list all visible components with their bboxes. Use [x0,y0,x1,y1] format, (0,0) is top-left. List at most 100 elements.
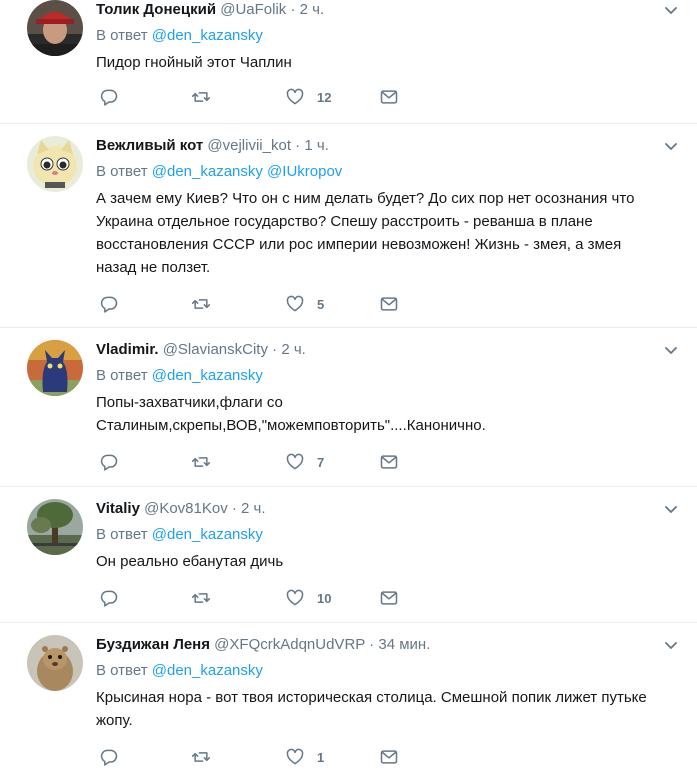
retweet-icon [191,588,211,608]
chevron-down-icon[interactable] [663,139,679,155]
direct-message-button[interactable] [379,451,399,473]
direct-message-button[interactable] [379,746,399,768]
reply-button[interactable] [99,451,119,473]
direct-message-button[interactable] [379,587,399,609]
heart-icon [285,588,305,608]
reply-button[interactable] [99,86,119,108]
tweet[interactable]: Vladimir. @SlavianskCity · 2 ч. В ответ … [0,328,697,487]
author-handle[interactable]: @XFQcrkAdqnUdVRP [214,636,365,653]
retweet-icon [191,452,211,472]
mention-link[interactable]: @den_kazansky [152,27,263,44]
tweet-text: А зачем ему Киев? Что он с ним делать бу… [96,190,635,276]
author-name[interactable]: Буздижан Леня [96,636,210,653]
like-count: 12 [317,89,332,105]
direct-message-button[interactable] [379,86,399,108]
action-bar: 5 [96,293,657,317]
avatar[interactable] [27,136,83,192]
reply-prefix: В ответ [96,367,148,384]
mention-link[interactable]: @IUkropov [267,163,342,180]
mention-link[interactable]: @den_kazansky [152,526,263,543]
heart-icon [285,452,305,472]
mention-link[interactable]: @den_kazansky [152,367,263,384]
separator: · [365,636,379,653]
tweet[interactable]: Толик Донецкий @UaFolik · 2 ч. В ответ @… [0,0,697,124]
author-handle[interactable]: @UaFolik [220,1,286,18]
like-count: 5 [317,296,325,312]
like-button[interactable]: 5 [285,293,324,315]
tweet-header: Vladimir. @SlavianskCity · 2 ч. [96,340,657,360]
retweet-button[interactable] [191,587,211,609]
reply-context: В ответ @den_kazansky [96,661,657,681]
avatar[interactable] [27,0,83,56]
retweet-icon [191,87,211,107]
reply-icon [99,452,119,472]
tweet-header: Толик Донецкий @UaFolik · 2 ч. [96,0,657,20]
timestamp[interactable]: 2 ч. [300,1,325,18]
reply-icon [99,747,119,767]
chevron-down-icon[interactable] [663,3,679,19]
like-count: 1 [317,749,325,765]
tweet-text: Попы-захватчики,флаги со Сталиным,скрепы… [96,394,486,434]
reply-prefix: В ответ [96,163,148,180]
avatar[interactable] [27,340,83,396]
reply-context: В ответ @den_kazansky [96,525,657,545]
author-name[interactable]: Vitaliy [96,500,140,517]
like-button[interactable]: 10 [285,587,331,609]
reply-button[interactable] [99,746,119,768]
tweet-header: Vitaliy @Kov81Kov · 2 ч. [96,499,657,519]
reply-context: В ответ @den_kazansky [96,366,657,386]
separator: · [286,1,300,18]
author-name[interactable]: Vladimir. [96,341,159,358]
reply-icon [99,588,119,608]
author-name[interactable]: Вежливый кот [96,137,203,154]
author-handle[interactable]: @SlavianskCity [163,341,268,358]
separator: · [227,500,242,517]
like-button[interactable]: 1 [285,746,324,768]
author-name[interactable]: Толик Донецкий [96,1,216,18]
direct-message-button[interactable] [379,293,399,315]
envelope-icon [379,87,399,107]
heart-icon [285,87,305,107]
chevron-down-icon[interactable] [663,638,679,654]
chevron-down-icon[interactable] [663,502,679,518]
reply-prefix: В ответ [96,27,148,44]
timestamp[interactable]: 34 мин. [378,636,430,653]
reply-icon [99,87,119,107]
avatar[interactable] [27,635,83,691]
chevron-down-icon[interactable] [663,343,679,359]
reply-button[interactable] [99,587,119,609]
action-bar: 12 [96,86,657,110]
author-handle[interactable]: @Kov81Kov [144,500,228,517]
retweet-icon [191,747,211,767]
like-button[interactable]: 7 [285,451,324,473]
separator: · [291,137,305,154]
reply-prefix: В ответ [96,662,148,679]
retweet-button[interactable] [191,86,211,108]
envelope-icon [379,452,399,472]
reply-context: В ответ @den_kazansky @IUkropov [96,162,657,182]
separator: · [267,341,282,358]
like-button[interactable]: 12 [285,86,331,108]
tweet[interactable]: Vitaliy @Kov81Kov · 2 ч. В ответ @den_ka… [0,487,697,623]
tweet-text: Пидор гнойный этот Чаплин [96,54,292,71]
envelope-icon [379,294,399,314]
like-count: 10 [317,590,332,606]
avatar[interactable] [27,499,83,555]
tweet[interactable]: Буздижан Леня @XFQcrkAdqnUdVRP · 34 мин.… [0,623,697,781]
timestamp[interactable]: 2 ч. [281,341,306,358]
action-bar: 7 [96,451,657,475]
retweet-button[interactable] [191,746,211,768]
author-handle[interactable]: @vejlivii_kot [207,137,291,154]
retweet-button[interactable] [191,451,211,473]
tweet[interactable]: Вежливый кот @vejlivii_kot · 1 ч. В отве… [0,124,697,328]
reply-button[interactable] [99,293,119,315]
timestamp[interactable]: 1 ч. [304,137,329,154]
timestamp[interactable]: 2 ч. [241,500,266,517]
reply-prefix: В ответ [96,526,148,543]
heart-icon [285,294,305,314]
retweet-button[interactable] [191,293,211,315]
mention-link[interactable]: @den_kazansky [152,662,263,679]
mention-link[interactable]: @den_kazansky [152,163,263,180]
tweet-text: Крысиная нора - вот твоя историческая ст… [96,689,647,729]
action-bar: 10 [96,587,657,611]
